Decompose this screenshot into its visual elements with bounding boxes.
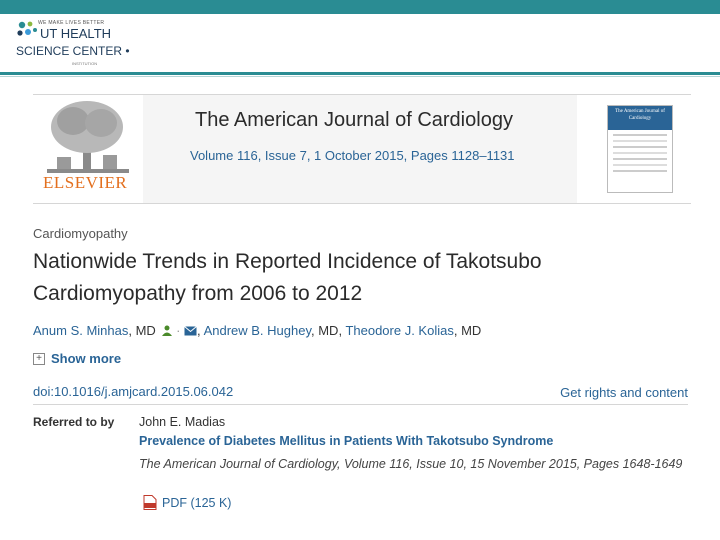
cover-title: The American Journal of Cardiology: [608, 106, 672, 130]
author-degree: , MD: [128, 323, 156, 338]
elsevier-logo[interactable]: ELSEVIER: [33, 95, 143, 203]
author-link[interactable]: Anum S. Minhas: [33, 323, 128, 338]
article-section-label: Cardiomyopathy: [33, 226, 128, 241]
author-degree: , MD,: [311, 323, 346, 338]
section-divider: [33, 404, 688, 405]
author-link[interactable]: Andrew B. Hughey: [204, 323, 311, 338]
person-icon[interactable]: [162, 325, 173, 336]
referred-to-label: Referred to by: [33, 415, 115, 429]
elsevier-tree-icon: [47, 101, 129, 173]
referred-source: The American Journal of Cardiology, Volu…: [139, 457, 683, 471]
article-title: Nationwide Trends in Reported Incidence …: [33, 250, 542, 305]
elsevier-wordmark: ELSEVIER: [43, 173, 128, 192]
header-divider: [0, 72, 720, 75]
author-list: Anum S. Minhas, MD · , Andrew B. Hughey,…: [33, 323, 482, 338]
show-more-button[interactable]: + Show more: [33, 351, 121, 366]
logo-molecule-icon: [17, 21, 37, 36]
author-degree: , MD: [453, 323, 482, 338]
top-banner: [0, 0, 720, 14]
logo-name-line1: UT HEALTH: [40, 26, 112, 41]
journal-header: ELSEVIER The American Journal of Cardiol…: [33, 94, 691, 204]
plus-icon: +: [33, 352, 45, 365]
pdf-label: PDF (125 K): [162, 495, 232, 510]
journal-title[interactable]: The American Journal of Cardiology: [195, 109, 513, 132]
journal-info-panel: The American Journal of Cardiology Volum…: [143, 95, 577, 203]
doi-link[interactable]: doi:10.1016/j.amjcard.2015.06.042: [33, 384, 233, 399]
logo-subtitle: INSTITUTION: [72, 61, 98, 66]
institution-logo: WE MAKE LIVES BETTER UT HEALTH SCIENCE C…: [16, 18, 146, 68]
journal-cover-thumbnail[interactable]: The American Journal of Cardiology: [607, 105, 673, 193]
rights-link[interactable]: Get rights and content: [560, 385, 688, 400]
show-more-label: Show more: [51, 351, 122, 366]
pdf-icon: [143, 495, 157, 510]
pdf-download-link[interactable]: PDF (125 K): [143, 495, 231, 510]
journal-volume-link[interactable]: Volume 116, Issue 7, 1 October 2015, Pag…: [190, 148, 515, 163]
envelope-icon[interactable]: [184, 326, 197, 336]
header-divider-light: [0, 76, 720, 77]
referred-article-link[interactable]: Prevalence of Diabetes Mellitus in Patie…: [139, 434, 553, 448]
logo-name-line2: SCIENCE CENTER •: [16, 44, 130, 58]
referred-author: John E. Madias: [139, 415, 226, 429]
author-link[interactable]: Theodore J. Kolias: [345, 323, 453, 338]
